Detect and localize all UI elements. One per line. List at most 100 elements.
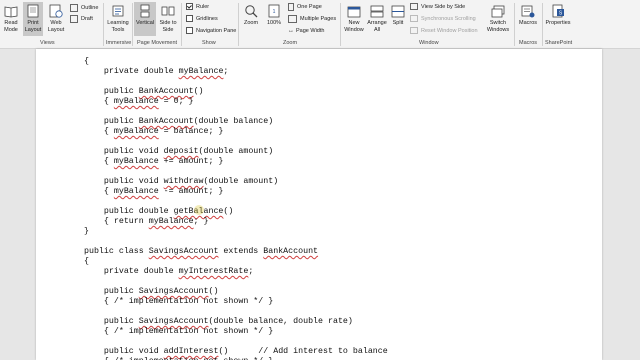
zoom-button[interactable]: Zoom <box>241 2 261 27</box>
multiple-pages-button[interactable]: Multiple Pages <box>288 14 336 23</box>
macros-button[interactable]: Macros <box>516 2 540 27</box>
code-text: (double amount) <box>203 177 279 186</box>
synchronous-scrolling-button[interactable]: Synchronous Scrolling <box>410 14 476 23</box>
text-cursor <box>194 205 204 215</box>
code-text: } <box>84 227 89 236</box>
document-page[interactable]: { private double myBalance; public BankA… <box>36 49 602 360</box>
code-text: public class <box>84 247 149 256</box>
web-layout-button[interactable]: Web Layout <box>46 2 66 33</box>
code-text: public <box>84 287 139 296</box>
code-text: (double balance) <box>193 117 274 126</box>
page-movement-group-label: Page Movement <box>137 40 178 46</box>
draft-button[interactable]: Draft <box>70 14 93 23</box>
code-identifier: BankAccount <box>138 87 194 96</box>
code-text: = 0; } <box>158 97 194 106</box>
code-identifier: SavingsAccount <box>148 247 219 256</box>
code-line: { myBalance = balance; } <box>84 127 224 137</box>
code-text: public double <box>84 207 174 216</box>
learning-tools-label: Learning Tools <box>107 20 129 33</box>
code-identifier: myBalance <box>148 217 194 226</box>
code-text: public <box>84 317 139 326</box>
svg-text:1: 1 <box>273 9 276 15</box>
code-line: { myBalance -= amount; } <box>84 187 224 197</box>
code-text: public <box>84 117 139 126</box>
code-line: private double myBalance; <box>84 67 229 77</box>
switch-windows-button[interactable]: Switch Windows <box>484 2 512 33</box>
code-text: public void <box>84 347 164 356</box>
properties-icon: S <box>551 2 565 20</box>
view-side-by-side-label: View Side by Side <box>421 3 466 10</box>
page-width-label: Page Width <box>296 27 325 34</box>
globe-page-icon <box>49 2 63 20</box>
separator <box>181 3 182 46</box>
code-line: { <box>84 57 89 67</box>
code-line: public SavingsAccount(double balance, do… <box>84 317 353 327</box>
code-text: { <box>84 187 114 196</box>
code-identifier: SavingsAccount <box>138 317 209 326</box>
code-text: { /* implementation not shown */ } <box>84 297 274 306</box>
code-line: public void deposit(double amount) <box>84 147 273 157</box>
zoom-100-button[interactable]: 1 100% <box>263 2 285 27</box>
magnifier-icon <box>244 2 258 20</box>
code-line: public SavingsAccount() <box>84 287 219 297</box>
outline-button[interactable]: Outline <box>70 3 98 12</box>
arrange-all-button[interactable]: Arrange All <box>366 2 388 33</box>
code-line: { myBalance = 0; } <box>84 97 194 107</box>
zoom-percent-label: 100% <box>266 20 282 26</box>
code-text: public <box>84 87 139 96</box>
side-to-side-button[interactable]: Side to Side <box>158 2 178 33</box>
reset-window-label: Reset Window Position <box>421 27 478 34</box>
code-text: () <box>223 207 234 216</box>
code-text: public void <box>84 177 164 186</box>
one-page-button[interactable]: One Page <box>288 2 322 11</box>
ruler-checkbox[interactable]: Ruler <box>186 2 209 11</box>
gridlines-checkbox[interactable]: Gridlines <box>186 14 218 23</box>
separator <box>238 3 239 46</box>
code-text: public void <box>84 147 164 156</box>
code-line: { /* implementation not shown */ } <box>84 327 273 337</box>
page-icon <box>27 2 39 20</box>
code-identifier: myBalance <box>178 67 224 76</box>
zoom-group-label: Zoom <box>283 40 298 46</box>
code-line: private double myInterestRate; <box>84 267 253 277</box>
navigation-pane-label: Navigation Pane <box>196 27 237 34</box>
vertical-pages-icon <box>139 2 151 20</box>
code-line: public class SavingsAccount extends Bank… <box>84 247 318 257</box>
reset-window-position-button[interactable]: Reset Window Position <box>410 26 478 35</box>
new-window-button[interactable]: New Window <box>343 2 365 33</box>
code-text: { <box>84 127 114 136</box>
code-line: public void addInterest() // Add interes… <box>84 347 388 357</box>
code-text: { return <box>84 217 149 226</box>
code-text: (double balance, double rate) <box>208 317 353 326</box>
side-by-side-icon <box>410 3 418 10</box>
show-group-label: Show <box>202 40 216 46</box>
split-label: Split <box>392 20 404 26</box>
learning-tools-icon <box>111 2 125 20</box>
code-text: () <box>208 287 219 296</box>
split-button[interactable]: Split <box>389 2 407 27</box>
page-width-button[interactable]: ↔ Page Width <box>288 26 324 35</box>
code-text: -= amount; } <box>158 187 224 196</box>
navigation-pane-checkbox[interactable]: Navigation Pane <box>186 26 236 35</box>
print-layout-button[interactable]: Print Layout <box>23 2 43 36</box>
new-window-label: New Window <box>344 20 364 33</box>
checkbox-unchecked-icon <box>186 27 193 34</box>
code-text: = balance; } <box>158 127 224 136</box>
code-identifier: BankAccount <box>263 247 319 256</box>
view-side-by-side-button[interactable]: View Side by Side <box>410 2 465 11</box>
learning-tools-button[interactable]: Learning Tools <box>106 2 130 33</box>
code-text: ; <box>248 267 254 276</box>
code-line: { myBalance += amount; } <box>84 157 224 167</box>
page-width-icon: ↔ <box>288 27 294 34</box>
code-text: { <box>84 97 114 106</box>
code-text: private double <box>84 67 179 76</box>
checkbox-checked-icon <box>186 3 193 10</box>
vertical-button[interactable]: Vertical <box>134 2 156 36</box>
read-mode-button[interactable]: Read Mode <box>2 2 20 33</box>
vertical-label: Vertical <box>135 20 155 26</box>
code-identifier: myBalance <box>113 97 159 106</box>
properties-label: Properties <box>545 20 571 26</box>
code-identifier: myInterestRate <box>178 267 249 276</box>
properties-button[interactable]: S Properties <box>544 2 572 27</box>
draft-label: Draft <box>81 15 93 22</box>
